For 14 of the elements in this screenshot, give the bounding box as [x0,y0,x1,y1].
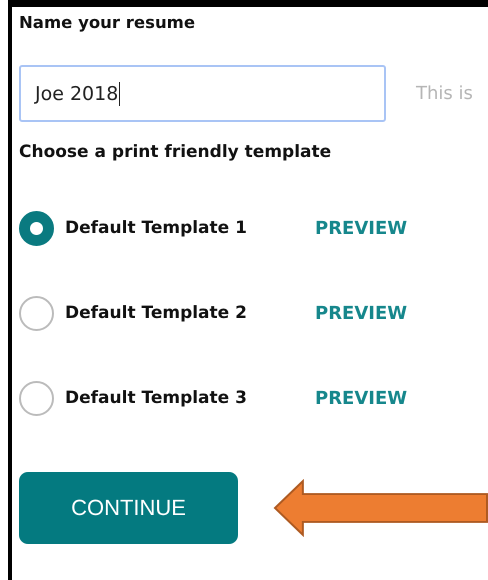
radio-button[interactable] [19,210,54,246]
preview-link[interactable]: PREVIEW [315,302,408,324]
template-label: Default Template 1 [65,218,248,238]
continue-button[interactable]: CONTINUE [19,472,238,544]
hint-text: This is [416,83,473,104]
radio-button[interactable] [19,380,54,416]
section-title: Name your resume [19,13,196,34]
name-input-field[interactable]: Joe 2018 [19,65,386,122]
preview-link[interactable]: PREVIEW [315,388,408,408]
preview-link[interactable]: PREVIEW [315,218,408,238]
radio-button[interactable] [19,296,54,330]
section-heading: Choose a print friendly template [19,142,332,162]
template-label: Default Template 2 [65,303,248,323]
template-label: Default Template 3 [65,388,248,408]
